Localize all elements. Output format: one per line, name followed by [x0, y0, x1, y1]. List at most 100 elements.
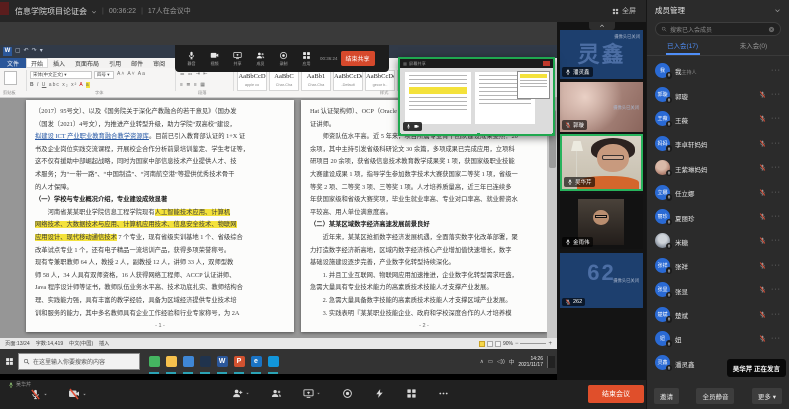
start-button[interactable] — [0, 357, 18, 366]
share-toolbar-camera-button[interactable]: 视频 — [203, 51, 226, 67]
align-buttons[interactable]: ≡ ≣ ≡ ▦ — [180, 82, 206, 88]
share-toolbar-mic-button[interactable]: 静音 — [180, 51, 203, 67]
member-more-button[interactable]: ··· — [771, 335, 781, 342]
share-screen-button[interactable] — [303, 388, 321, 399]
photos-icon[interactable] — [199, 349, 211, 374]
member-row[interactable]: 妈妈李卓轩妈妈··· — [647, 131, 789, 155]
share-toolbar-record-button[interactable]: 录制 — [272, 51, 295, 67]
zoom-in-button[interactable]: + — [548, 341, 552, 347]
qq-icon[interactable] — [267, 349, 279, 374]
fullscreen-button[interactable]: 全屏 — [612, 6, 636, 16]
redo-icon[interactable]: ↷ — [32, 47, 37, 56]
stop-share-mini-button[interactable] — [543, 61, 550, 66]
paste-button[interactable] — [4, 71, 17, 85]
member-row[interactable]: 米糖··· — [647, 229, 789, 253]
member-row[interactable]: 妞妞··· — [647, 326, 789, 350]
caret-down-icon[interactable] — [82, 392, 87, 397]
video-tile-262[interactable]: 62摄像头已关闭262 — [560, 253, 643, 308]
member-more-button[interactable]: ··· — [771, 213, 781, 220]
end-share-button[interactable]: 结束共享 — [341, 51, 375, 66]
invite-button[interactable] — [232, 388, 250, 399]
font-size-select[interactable]: 四号 ▾ — [94, 71, 114, 79]
member-more-button[interactable]: ··· — [771, 67, 781, 74]
ribbon-tab-file[interactable]: 文件 — [0, 58, 26, 68]
mic-toggle-button[interactable] — [30, 388, 48, 400]
video-tile-潘灵鑫[interactable]: 灵鑫摄像头已关闭潘灵鑫 — [560, 30, 643, 79]
style-chip[interactable]: AaBbCcDc-Default — [333, 70, 363, 91]
explorer-icon[interactable] — [165, 349, 177, 374]
collapse-videos-button[interactable] — [589, 22, 615, 30]
member-mic-muted-icon[interactable] — [759, 311, 766, 318]
resize-handle[interactable] — [398, 133, 401, 136]
video-tile-吴华芹[interactable]: 吴华芹 — [560, 134, 643, 191]
member-mic-muted-icon[interactable] — [759, 91, 766, 98]
member-row[interactable]: 丽珍夏丽珍··· — [647, 204, 789, 228]
view-read-button[interactable] — [487, 341, 493, 347]
zoom-slider[interactable] — [520, 343, 546, 344]
document-page-1[interactable]: 〔2017〕95号文）、以及《国务院关于深化产教融合的若干意见》（国办发（国发〔… — [26, 100, 294, 332]
font-grow-shrink-buttons[interactable]: A˄ A˅ Aa — [117, 71, 146, 77]
wechat-icon[interactable] — [148, 349, 160, 374]
show-desktop-button[interactable] — [547, 356, 555, 368]
member-row[interactable]: 张显张显··· — [647, 278, 789, 302]
ribbon-tab-2[interactable]: 插入 — [48, 58, 70, 68]
members-button[interactable] — [271, 388, 282, 399]
end-meeting-button[interactable]: 结束会议 — [588, 385, 644, 403]
share-toolbar-people-button[interactable]: 成员 — [249, 51, 272, 67]
style-chip[interactable]: AaBbCcDcgecor b.. — [365, 70, 395, 91]
member-row[interactable]: 郭璇郭璇··· — [647, 82, 789, 106]
qat-dropdown-icon[interactable]: ▾ — [40, 47, 43, 56]
ribbon-tab-1[interactable]: 开始 — [26, 58, 48, 68]
apps-button[interactable] — [406, 388, 417, 399]
member-mic-muted-icon[interactable] — [759, 115, 766, 122]
ime-indicator[interactable]: 中 — [509, 358, 515, 366]
member-row[interactable]: 张祥张祥··· — [647, 253, 789, 277]
font-format-buttons[interactable]: B I U abc x₂ x² A a — [30, 82, 90, 88]
member-mic-muted-icon[interactable] — [759, 189, 766, 196]
member-mic-muted-icon[interactable] — [759, 286, 766, 293]
member-more-button[interactable]: ··· — [771, 262, 781, 269]
more-button[interactable]: 更多 ▾ — [752, 388, 782, 404]
clear-search-icon[interactable] — [768, 26, 775, 33]
member-tab-已入会(17)[interactable]: 已入会(17) — [647, 40, 718, 55]
chevron-down-icon[interactable] — [774, 7, 781, 14]
member-mic-muted-icon[interactable] — [759, 164, 766, 171]
battery-icon[interactable]: ▭ — [488, 359, 493, 365]
undo-icon[interactable]: ↶ — [24, 47, 29, 56]
edge-icon[interactable]: e — [250, 349, 262, 374]
member-mic-muted-icon[interactable] — [759, 213, 766, 220]
view-web-button[interactable] — [495, 341, 501, 347]
interact-button[interactable] — [374, 388, 385, 399]
ribbon-tab-3[interactable]: 页面布局 — [70, 58, 104, 68]
share-preview-window[interactable]: 屏幕共享 — [398, 57, 555, 136]
ribbon-tab-4[interactable]: 引用 — [104, 58, 126, 68]
font-name-select[interactable]: 宋体(中文正文) ▾ — [30, 71, 92, 79]
share-toolbar-grid-button[interactable]: 应用 — [295, 51, 318, 67]
video-tile-金雨伟[interactable]: 金雨伟 — [560, 194, 643, 249]
member-more-button[interactable]: ··· — [771, 311, 781, 318]
mail-icon[interactable] — [182, 349, 194, 374]
member-more-button[interactable]: ··· — [771, 164, 781, 171]
style-chip[interactable]: AaBbCChar-Cha — [269, 70, 299, 91]
member-row[interactable]: 我我主持人··· — [647, 58, 789, 82]
style-chip[interactable]: AaBbCcDapple co — [237, 70, 267, 91]
ribbon-tab-5[interactable]: 邮件 — [126, 58, 148, 68]
more-button[interactable] — [438, 388, 449, 399]
volume-icon[interactable]: ◁)) — [497, 359, 505, 365]
caret-down-icon[interactable] — [43, 392, 48, 397]
member-more-button[interactable]: ··· — [771, 140, 781, 147]
view-print-layout-button[interactable] — [479, 341, 485, 347]
taskbar-search[interactable]: 在这里输入你要搜索的内容 — [18, 353, 140, 370]
member-mic-muted-icon[interactable] — [759, 335, 766, 342]
member-search-input[interactable]: 搜索已入会成员 — [655, 22, 781, 36]
member-tab-未入会(0)[interactable]: 未入会(0) — [718, 40, 789, 55]
member-mic-muted-icon[interactable] — [759, 262, 766, 269]
style-chip[interactable]: AaBb1Char-Cha — [301, 70, 331, 91]
member-more-button[interactable]: ··· — [771, 237, 781, 244]
member-more-button[interactable]: ··· — [771, 115, 781, 122]
member-row[interactable]: 立娜任立娜··· — [647, 180, 789, 204]
zoom-out-button[interactable]: − — [515, 341, 519, 347]
member-more-button[interactable]: ··· — [771, 286, 781, 293]
word-icon[interactable]: W — [216, 349, 228, 374]
powerpoint-icon[interactable]: P — [233, 349, 245, 374]
